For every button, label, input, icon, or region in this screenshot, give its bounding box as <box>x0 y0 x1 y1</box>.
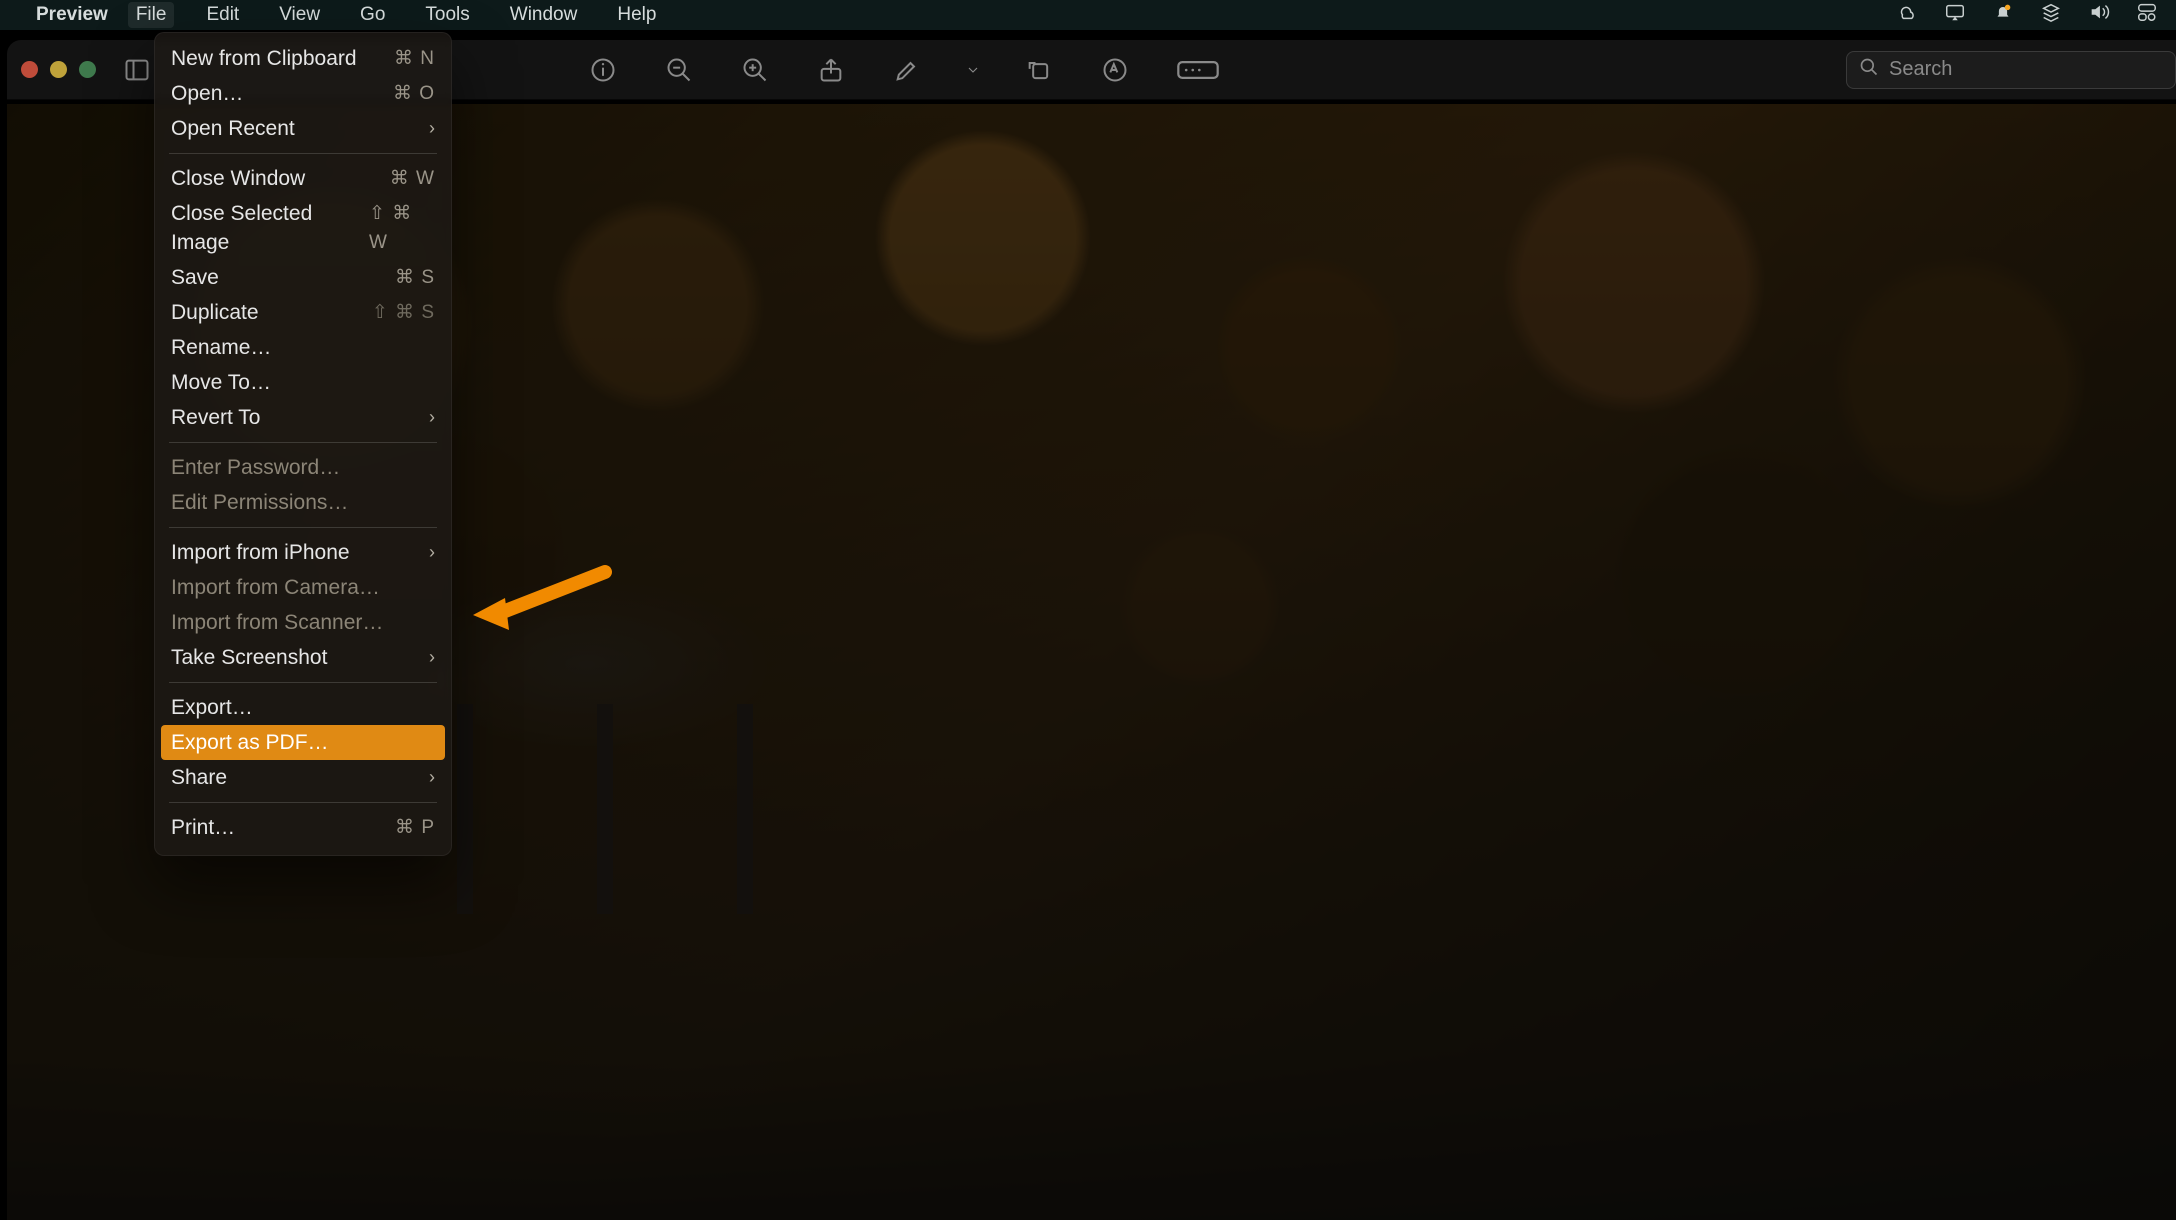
menubar-tray <box>1896 1 2158 29</box>
menu-item-label: New from Clipboard <box>171 44 357 73</box>
menu-item-rename[interactable]: Rename… <box>155 330 451 365</box>
menu-item-label: Export… <box>171 693 253 722</box>
share-button[interactable] <box>808 50 854 90</box>
menu-item-revert-to[interactable]: Revert To › <box>155 400 451 435</box>
rotate-button[interactable] <box>1016 50 1062 90</box>
toolbar-search[interactable]: Search <box>1846 51 2176 89</box>
info-button[interactable] <box>580 50 626 90</box>
menu-separator <box>169 527 437 528</box>
menu-item-move-to[interactable]: Move To… <box>155 365 451 400</box>
chevron-right-icon: › <box>429 538 435 567</box>
menu-item-shortcut: ⌘ O <box>393 79 435 108</box>
menu-separator <box>169 153 437 154</box>
chevron-right-icon: › <box>429 643 435 672</box>
menu-item-close-selected-image[interactable]: Close Selected Image⇧ ⌘ W <box>155 196 451 260</box>
window-zoom-button[interactable] <box>79 61 96 78</box>
menu-item-shortcut: ⇧ ⌘ W <box>369 199 435 257</box>
menu-item-label: Take Screenshot <box>171 643 327 672</box>
menu-item-label: Enter Password… <box>171 453 340 482</box>
menu-item-import-from-iphone[interactable]: Import from iPhone › <box>155 535 451 570</box>
highlight-menu-chevron-icon[interactable] <box>960 50 986 90</box>
search-placeholder: Search <box>1889 58 1952 81</box>
window-minimize-button[interactable] <box>50 61 67 78</box>
creative-cloud-icon[interactable] <box>1896 1 1918 29</box>
toolbar-center-group <box>580 50 1228 90</box>
menu-edit[interactable]: Edit <box>198 2 247 28</box>
menu-item-label: Open… <box>171 79 243 108</box>
menu-item-close-window[interactable]: Close Window ⌘ W <box>155 161 451 196</box>
menu-item-import-from-scanner: Import from Scanner… <box>155 605 451 640</box>
menu-help[interactable]: Help <box>609 2 664 28</box>
menu-item-open-recent[interactable]: Open Recent › <box>155 111 451 146</box>
menu-item-label: Duplicate <box>171 298 259 327</box>
menu-item-label: Open Recent <box>171 114 295 143</box>
menu-item-enter-password: Enter Password… <box>155 450 451 485</box>
menu-item-label: Edit Permissions… <box>171 488 348 517</box>
menu-item-shortcut: ⌘ S <box>395 263 435 292</box>
menu-view[interactable]: View <box>271 2 328 28</box>
menu-item-new-from-clipboard[interactable]: New from Clipboard ⌘ N <box>155 41 451 76</box>
form-fields-button[interactable] <box>1168 50 1228 90</box>
menu-item-label: Export as PDF… <box>171 728 329 757</box>
app-name[interactable]: Preview <box>36 4 108 26</box>
menu-item-edit-permissions: Edit Permissions… <box>155 485 451 520</box>
menu-file[interactable]: File <box>128 2 175 28</box>
menu-item-open[interactable]: Open… ⌘ O <box>155 76 451 111</box>
menu-item-share[interactable]: Share › <box>155 760 451 795</box>
chevron-right-icon: › <box>429 403 435 432</box>
menu-item-take-screenshot[interactable]: Take Screenshot › <box>155 640 451 675</box>
menu-item-label: Share <box>171 763 227 792</box>
volume-icon[interactable] <box>2088 1 2110 29</box>
menu-item-shortcut: ⌘ W <box>390 164 435 193</box>
chevron-right-icon: › <box>429 763 435 792</box>
menu-item-shortcut: ⌘ P <box>395 813 435 842</box>
file-menu-dropdown: New from Clipboard ⌘ N Open… ⌘ O Open Recent… <box>154 32 452 856</box>
screen-mirroring-icon[interactable] <box>1944 1 1966 29</box>
search-icon <box>1859 57 1879 83</box>
chevron-right-icon: › <box>429 114 435 143</box>
menu-item-save[interactable]: Save ⌘ S <box>155 260 451 295</box>
control-center-icon[interactable] <box>2136 1 2158 29</box>
menu-item-label: Import from Camera… <box>171 573 380 602</box>
menu-tools[interactable]: Tools <box>417 2 477 28</box>
macos-menubar: Preview File Edit View Go Tools Window H… <box>0 0 2176 30</box>
menu-item-shortcut: ⇧ ⌘ S <box>372 298 435 327</box>
window-close-button[interactable] <box>21 61 38 78</box>
highlight-button[interactable] <box>884 50 930 90</box>
menu-item-export-as-pdf[interactable]: Export as PDF… <box>161 725 445 760</box>
menu-item-label: Close Window <box>171 164 305 193</box>
menu-separator <box>169 442 437 443</box>
menu-item-label: Revert To <box>171 403 261 432</box>
menu-go[interactable]: Go <box>352 2 393 28</box>
window-traffic-lights <box>21 61 96 78</box>
stacks-icon[interactable] <box>2040 1 2062 29</box>
menu-window[interactable]: Window <box>502 2 586 28</box>
menu-item-label: Import from Scanner… <box>171 608 383 637</box>
menu-item-duplicate[interactable]: Duplicate ⇧ ⌘ S <box>155 295 451 330</box>
menu-item-label: Rename… <box>171 333 271 362</box>
zoom-in-button[interactable] <box>732 50 778 90</box>
menu-separator <box>169 682 437 683</box>
menu-item-label: Move To… <box>171 368 271 397</box>
zoom-out-button[interactable] <box>656 50 702 90</box>
notifications-icon[interactable] <box>1992 1 2014 29</box>
menu-item-label: Import from iPhone <box>171 538 350 567</box>
menu-separator <box>169 802 437 803</box>
menu-item-shortcut: ⌘ N <box>394 44 435 73</box>
menu-item-print[interactable]: Print… ⌘ P <box>155 810 451 845</box>
menu-item-label: Close Selected Image <box>171 199 369 257</box>
menu-item-label: Print… <box>171 813 235 842</box>
menu-item-import-from-camera: Import from Camera… <box>155 570 451 605</box>
markup-button[interactable] <box>1092 50 1138 90</box>
menu-item-label: Save <box>171 263 219 292</box>
menu-item-export[interactable]: Export… <box>155 690 451 725</box>
